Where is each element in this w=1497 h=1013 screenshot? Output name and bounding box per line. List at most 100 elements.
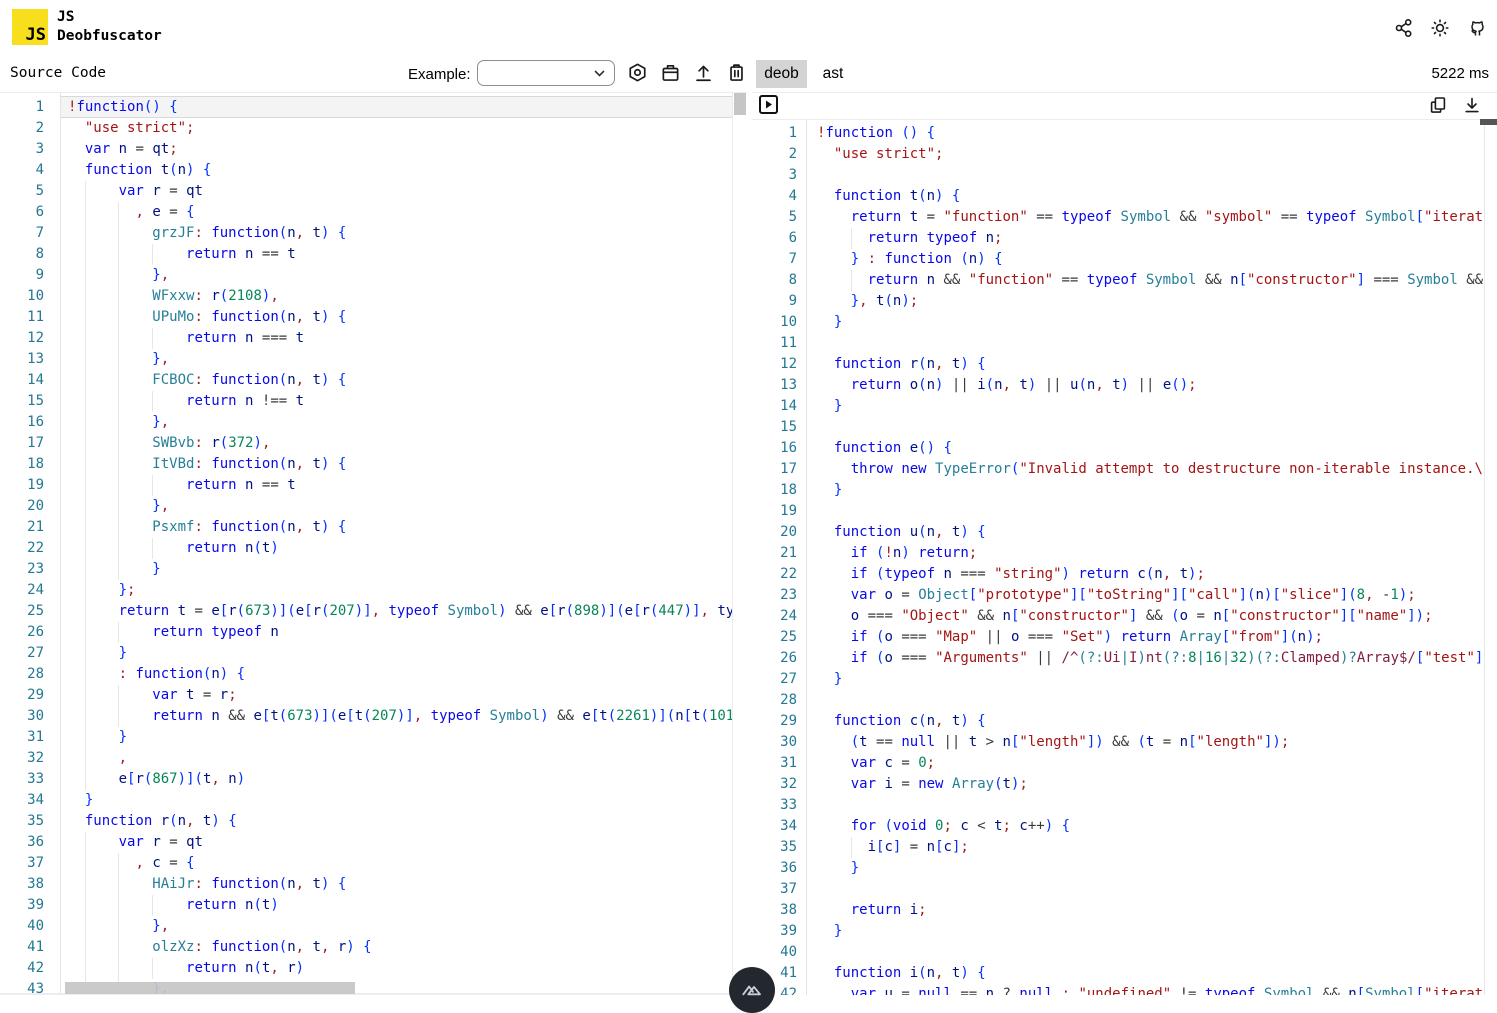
source-code-editor[interactable]: 1!function() {2 "use strict";3 var n = q…	[0, 92, 747, 995]
code-line: 21 if (!n) return;	[752, 543, 1497, 564]
code-line: 18 }	[752, 480, 1497, 501]
code-line: 5 var r = qt	[0, 181, 747, 202]
code-line: 16 function e() {	[752, 438, 1497, 459]
code-line: 26 if (o === "Arguments" || /^(?:Ui|I)nt…	[752, 648, 1497, 669]
code-line: 2 "use strict";	[0, 118, 747, 139]
source-horizontal-scrollbar[interactable]	[65, 982, 355, 994]
code-line: 38 return i;	[752, 900, 1497, 921]
code-line: 19 return n == t	[0, 475, 747, 496]
code-line: 27 }	[752, 669, 1497, 690]
tab-ast[interactable]: ast	[811, 60, 855, 88]
tab-deob[interactable]: deob	[756, 60, 807, 88]
code-line: 6 return typeof n;	[752, 228, 1497, 249]
settings-icon[interactable]	[626, 61, 648, 83]
code-line: 16 },	[0, 412, 747, 433]
code-line: 25 return t = e[r(673)](e[r(207)], typeo…	[0, 601, 747, 622]
code-line: 8 return n && "function" == typeof Symbo…	[752, 270, 1497, 291]
code-line: 34 for (void 0; c < t; c++) {	[752, 816, 1497, 837]
upload-icon[interactable]	[692, 61, 714, 83]
code-line: 19	[752, 501, 1497, 522]
paste-icon[interactable]	[659, 61, 681, 83]
code-line: 15	[752, 417, 1497, 438]
code-line: 38 HAiJr: function(n, t) {	[0, 874, 747, 895]
code-line: 36 }	[752, 858, 1497, 879]
code-line: 34 }	[0, 790, 747, 811]
source-code-label: Source Code	[10, 65, 106, 81]
code-line: 41 function i(n, t) {	[752, 963, 1497, 984]
output-vertical-scrollbar[interactable]	[1484, 119, 1497, 995]
code-line: 12 function r(n, t) {	[752, 354, 1497, 375]
code-line: 9 }, t(n);	[752, 291, 1497, 312]
code-line: 40 },	[0, 916, 747, 937]
output-code-editor[interactable]: 1!function () {2 "use strict";34 functio…	[752, 119, 1497, 995]
code-line: 42 var u = null == n ? null : "undefined…	[752, 984, 1497, 995]
code-line: 12 return n === t	[0, 328, 747, 349]
elapsed-time: 5222 ms	[1431, 65, 1489, 82]
code-line: 3 var n = qt;	[0, 139, 747, 160]
code-line: 32 ,	[0, 748, 747, 769]
code-line: 20 },	[0, 496, 747, 517]
code-line: 24 o === "Object" && n["constructor"] &&…	[752, 606, 1497, 627]
code-line: 31 var c = 0;	[752, 753, 1497, 774]
github-icon[interactable]	[1465, 17, 1487, 39]
code-line: 7 grzJF: function(n, t) {	[0, 223, 747, 244]
code-line: 26 return typeof n	[0, 622, 747, 643]
code-line: 20 function u(n, t) {	[752, 522, 1497, 543]
js-logo: JS	[12, 9, 48, 45]
code-line: 4 function t(n) {	[0, 160, 747, 181]
code-line: 33	[752, 795, 1497, 816]
code-line: 37	[752, 879, 1497, 900]
code-line: 17 throw new TypeError("Invalid attempt …	[752, 459, 1497, 480]
example-label: Example:	[408, 66, 471, 83]
code-line: 1!function () {	[752, 123, 1497, 144]
code-line: 8 return n == t	[0, 244, 747, 265]
code-line: 18 ItVBd: function(n, t) {	[0, 454, 747, 475]
code-line: 30 (t == null || t > n["length"]) && (t …	[752, 732, 1497, 753]
code-line: 4 function t(n) {	[752, 186, 1497, 207]
code-line: 14 FCBOC: function(n, t) {	[0, 370, 747, 391]
code-line: 31 }	[0, 727, 747, 748]
code-line: 6 , e = {	[0, 202, 747, 223]
output-header	[752, 93, 1497, 120]
code-line: 35 i[c] = n[c];	[752, 837, 1497, 858]
code-line: 39 }	[752, 921, 1497, 942]
mountain-icon	[739, 977, 765, 1003]
mountain-logo-badge[interactable]	[729, 967, 775, 1013]
code-line: 10 }	[752, 312, 1497, 333]
code-line: 25 if (o === "Map" || o === "Set") retur…	[752, 627, 1497, 648]
code-line: 40	[752, 942, 1497, 963]
code-line: 14 }	[752, 396, 1497, 417]
code-line: 39 return n(t)	[0, 895, 747, 916]
code-line: 33 e[r(867)](t, n)	[0, 769, 747, 790]
code-line: 22 if (typeof n === "string") return c(n…	[752, 564, 1497, 585]
code-line: 7 } : function (n) {	[752, 249, 1497, 270]
code-line: 24 };	[0, 580, 747, 601]
code-line: 11	[752, 333, 1497, 354]
code-line: 41 olzXz: function(n, t, r) {	[0, 937, 747, 958]
code-line: 21 Psxmf: function(n, t) {	[0, 517, 747, 538]
code-line: 3	[752, 165, 1497, 186]
code-line: 22 return n(t)	[0, 538, 747, 559]
trash-icon[interactable]	[725, 61, 747, 83]
code-line: 13 },	[0, 349, 747, 370]
code-line: 42 return n(t, r)	[0, 958, 747, 979]
code-line: 28	[752, 690, 1497, 711]
code-line: 30 return n && e[t(673)](e[t(207)], type…	[0, 706, 747, 727]
code-line: 29 function c(n, t) {	[752, 711, 1497, 732]
run-icon[interactable]	[759, 95, 778, 114]
download-icon[interactable]	[1461, 94, 1483, 116]
copy-icon[interactable]	[1427, 94, 1449, 116]
example-select[interactable]	[477, 60, 615, 86]
theme-toggle-icon[interactable]	[1429, 17, 1451, 39]
output-code-panel: 1!function () {2 "use strict";34 functio…	[752, 92, 1497, 995]
js-logo-text: JS	[26, 25, 46, 45]
code-line: 17 SWBvb: r(372),	[0, 433, 747, 454]
code-line: 28 : function(n) {	[0, 664, 747, 685]
source-vertical-scrollbar[interactable]	[732, 93, 747, 995]
code-line: 9 },	[0, 265, 747, 286]
code-line: 32 var i = new Array(t);	[752, 774, 1497, 795]
code-line: 10 WFxxw: r(2108),	[0, 286, 747, 307]
code-line: 27 }	[0, 643, 747, 664]
code-line: 13 return o(n) || i(n, t) || u(n, t) || …	[752, 375, 1497, 396]
share-icon[interactable]	[1393, 17, 1415, 39]
